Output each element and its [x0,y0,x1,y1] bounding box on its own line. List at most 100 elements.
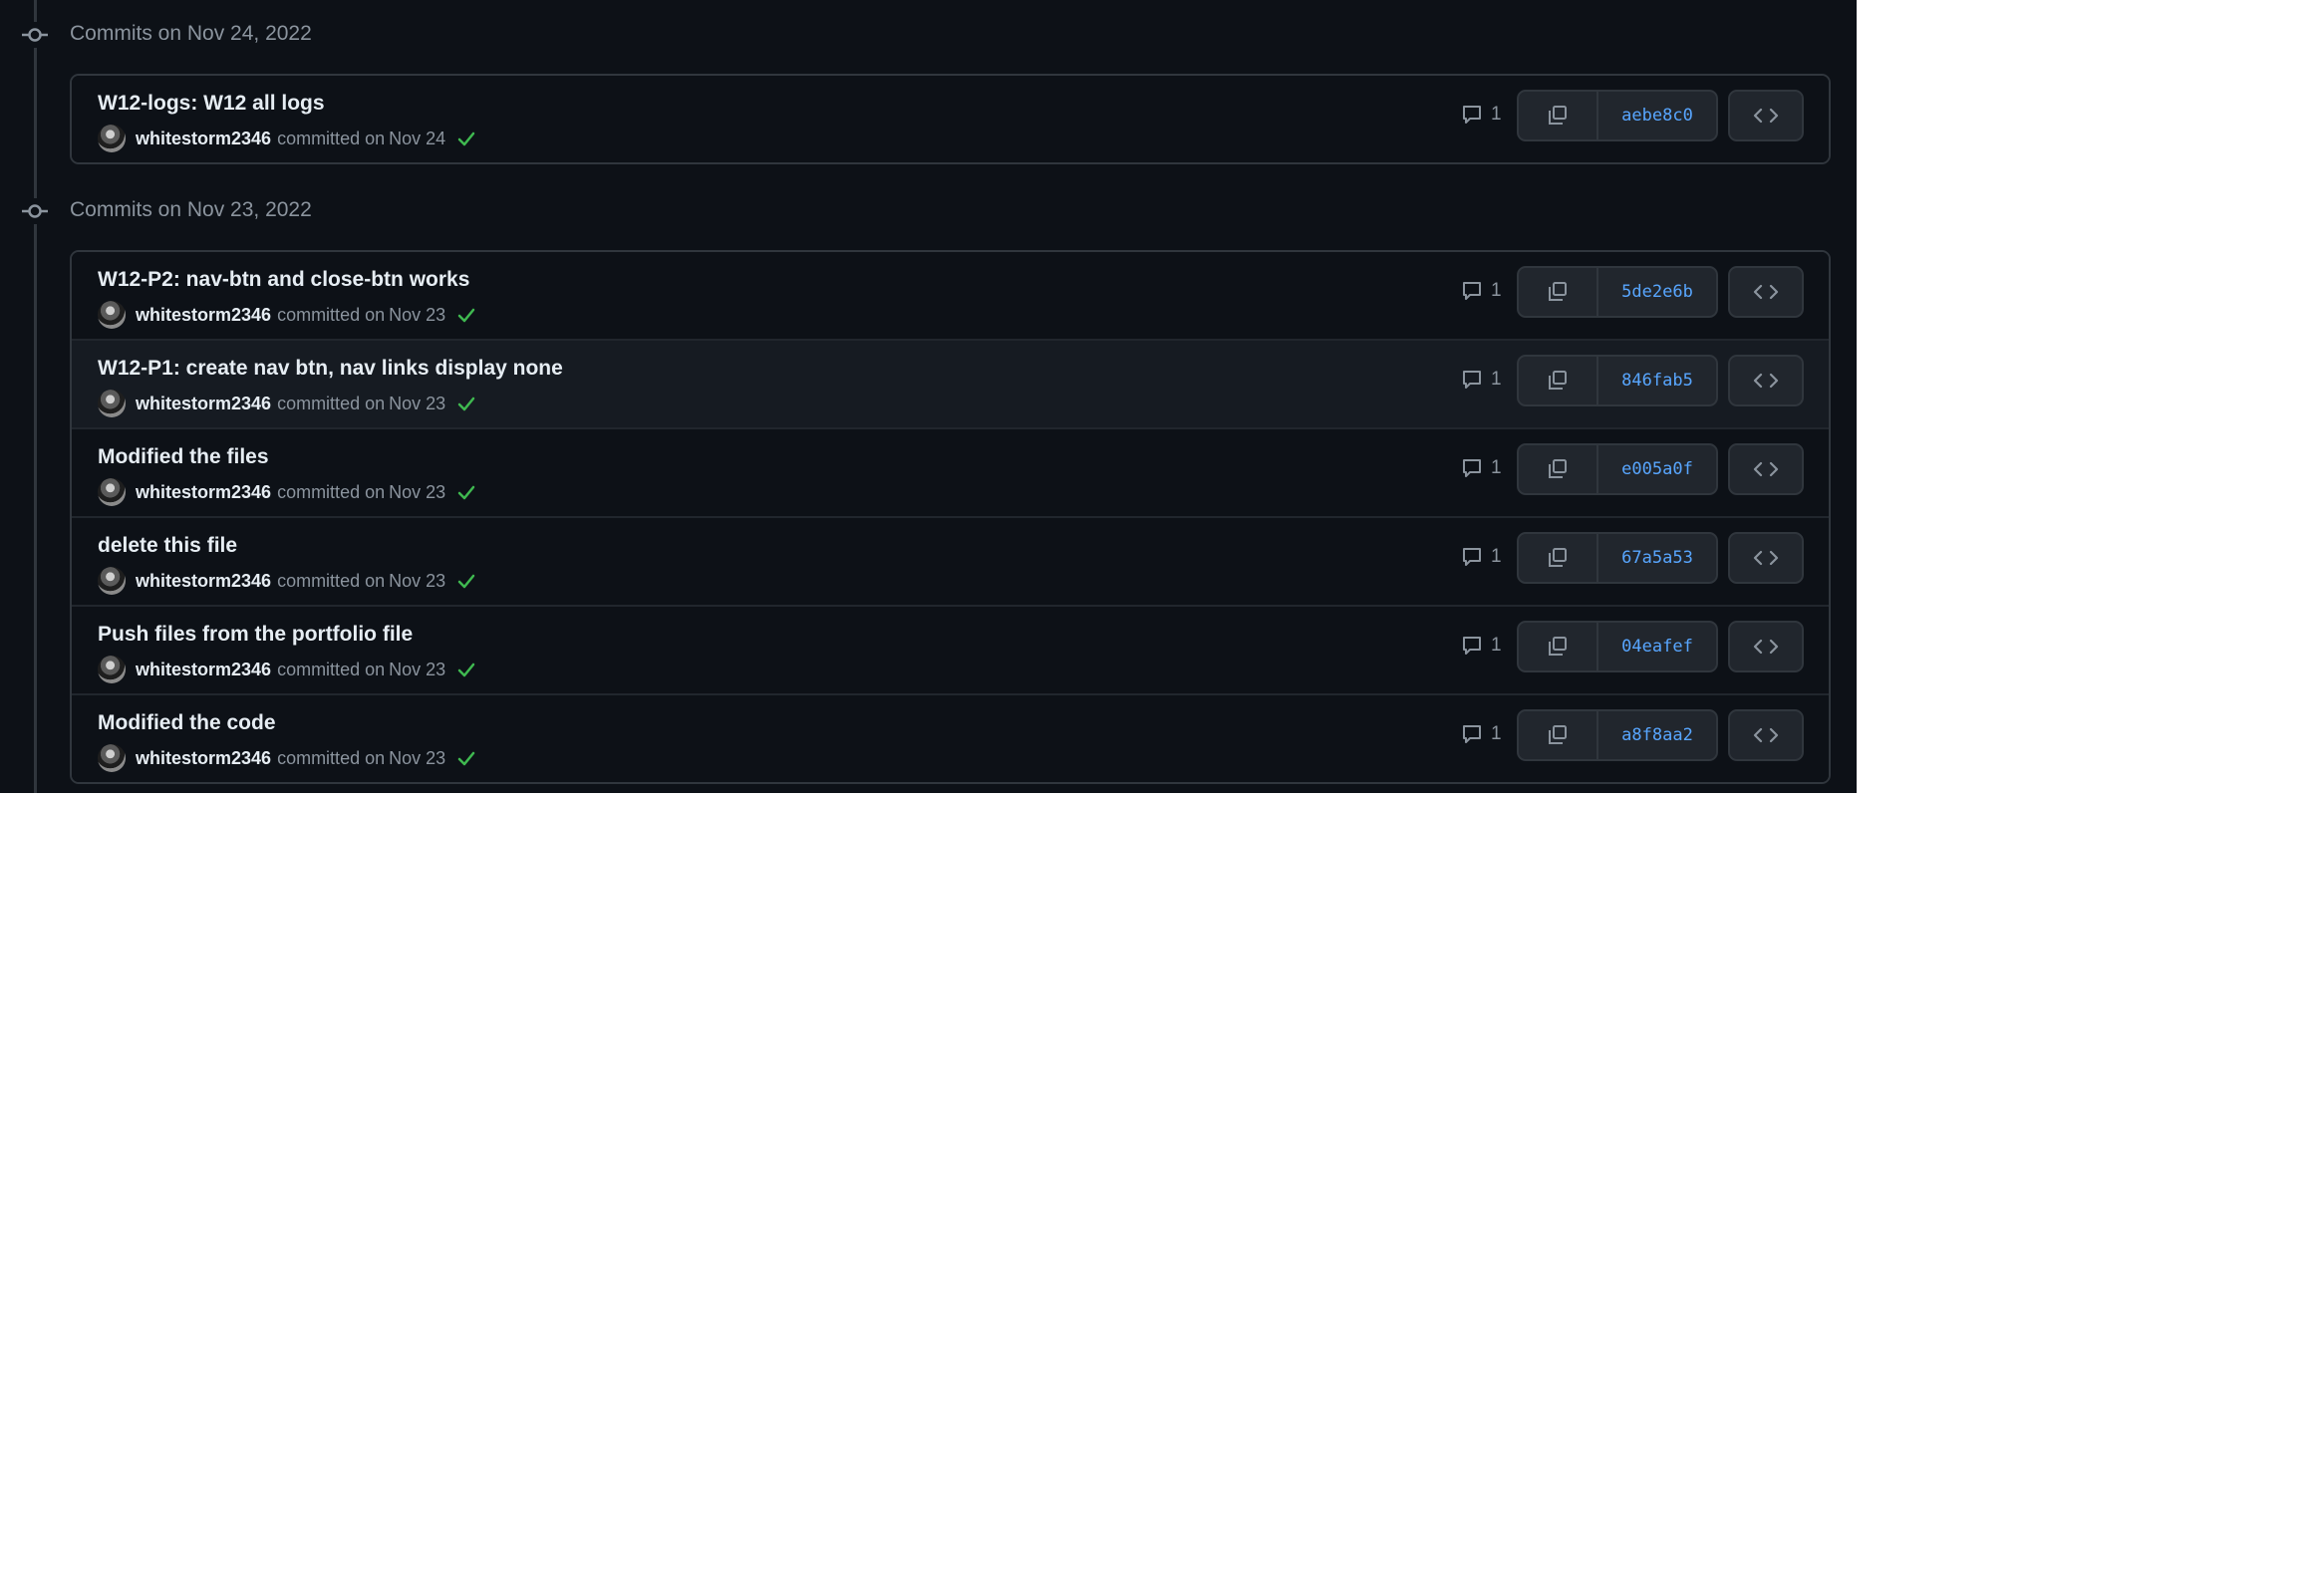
sha-button-group: e005a0f [1517,443,1718,495]
commit-row: W12-P2: nav-btn and close-btn works whit… [72,252,1829,339]
commit-date: Nov 23 [389,659,446,679]
group-title: Commits on Nov 23, 2022 [70,198,312,221]
check-icon[interactable] [455,570,477,592]
comments-link[interactable]: 1 [1461,369,1502,391]
commit-sha-link[interactable]: 5de2e6b [1598,268,1716,316]
commit-message-link[interactable]: W12-logs: W12 all logs [98,90,325,118]
browse-repo-button[interactable] [1728,266,1804,318]
comments-link[interactable]: 1 [1461,457,1502,479]
avatar[interactable] [98,301,126,329]
commit-sha-link[interactable]: 67a5a53 [1598,534,1716,582]
git-commit-icon [22,198,48,224]
author-link[interactable]: whitestorm2346 [136,748,271,769]
commit-sha-link[interactable]: 846fab5 [1598,357,1716,404]
copy-icon [1549,637,1567,656]
commit-date: Nov 24 [389,128,446,148]
git-commit-icon [22,22,48,48]
check-icon[interactable] [455,128,477,149]
code-icon [1753,639,1779,655]
group-header: Commits on Nov 23, 2022 [0,192,1857,228]
code-icon [1753,727,1779,743]
comment-icon [1463,106,1481,124]
check-icon[interactable] [455,481,477,503]
copy-sha-button[interactable] [1519,445,1598,493]
copy-sha-button[interactable] [1519,92,1598,139]
check-icon[interactable] [455,659,477,680]
author-link[interactable]: whitestorm2346 [136,129,271,149]
copy-sha-button[interactable] [1519,711,1598,759]
commit-message-link[interactable]: Modified the code [98,709,276,737]
code-icon [1753,550,1779,566]
avatar[interactable] [98,744,126,772]
comment-icon [1463,282,1481,300]
copy-sha-button[interactable] [1519,357,1598,404]
commit-message-link[interactable]: Push files from the portfolio file [98,621,413,649]
comments-link[interactable]: 1 [1461,723,1502,745]
code-icon [1753,461,1779,477]
comment-icon [1463,371,1481,389]
comment-icon [1463,725,1481,743]
copy-sha-button[interactable] [1519,268,1598,316]
commit-message-link[interactable]: delete this file [98,532,237,560]
committed-label: committed on [277,393,386,413]
code-icon [1753,108,1779,124]
author-link[interactable]: whitestorm2346 [136,305,271,326]
browse-repo-button[interactable] [1728,709,1804,761]
copy-icon [1549,106,1567,125]
commit-sha-link[interactable]: aebe8c0 [1598,92,1716,139]
author-link[interactable]: whitestorm2346 [136,482,271,503]
avatar[interactable] [98,390,126,417]
commit-row: Push files from the portfolio file white… [72,605,1829,693]
check-icon[interactable] [455,393,477,414]
browse-repo-button[interactable] [1728,532,1804,584]
committed-label: committed on [277,570,386,591]
commit-sha-link[interactable]: e005a0f [1598,445,1716,493]
copy-sha-button[interactable] [1519,534,1598,582]
sha-button-group: 67a5a53 [1517,532,1718,584]
avatar[interactable] [98,125,126,152]
comments-link[interactable]: 1 [1461,104,1502,126]
sha-button-group: a8f8aa2 [1517,709,1718,761]
copy-icon [1549,371,1567,390]
commit-list: W12-P2: nav-btn and close-btn works whit… [70,250,1831,784]
copy-icon [1549,548,1567,567]
browse-repo-button[interactable] [1728,90,1804,141]
avatar[interactable] [98,656,126,683]
comment-count: 1 [1491,723,1502,744]
avatar[interactable] [98,567,126,595]
committed-label: committed on [277,659,386,679]
author-link[interactable]: whitestorm2346 [136,660,271,680]
copy-sha-button[interactable] [1519,623,1598,670]
commit-sha-link[interactable]: 04eafef [1598,623,1716,670]
code-icon [1753,284,1779,300]
sha-button-group: aebe8c0 [1517,90,1718,141]
commit-message-link[interactable]: Modified the files [98,443,269,471]
commit-date: Nov 23 [389,304,446,325]
commit-sha-link[interactable]: a8f8aa2 [1598,711,1716,759]
author-link[interactable]: whitestorm2346 [136,394,271,414]
comment-icon [1463,459,1481,477]
code-icon [1753,373,1779,389]
author-link[interactable]: whitestorm2346 [136,571,271,592]
check-icon[interactable] [455,747,477,769]
browse-repo-button[interactable] [1728,621,1804,672]
comments-link[interactable]: 1 [1461,280,1502,302]
comments-link[interactable]: 1 [1461,635,1502,657]
commit-row: W12-logs: W12 all logs whitestorm2346 co… [72,76,1829,162]
avatar[interactable] [98,478,126,506]
commit-date: Nov 23 [389,747,446,768]
browse-repo-button[interactable] [1728,443,1804,495]
comment-count: 1 [1491,457,1502,478]
copy-icon [1549,282,1567,301]
sha-button-group: 5de2e6b [1517,266,1718,318]
comments-link[interactable]: 1 [1461,546,1502,568]
comment-count: 1 [1491,280,1502,301]
browse-repo-button[interactable] [1728,355,1804,406]
sha-button-group: 04eafef [1517,621,1718,672]
commit-message-link[interactable]: W12-P1: create nav btn, nav links displa… [98,355,563,383]
commit-message-link[interactable]: W12-P2: nav-btn and close-btn works [98,266,469,294]
check-icon[interactable] [455,304,477,326]
timeline-line [34,0,37,793]
commit-history: Commits on Nov 24, 2022 W12-logs: W12 al… [0,0,1857,793]
comment-count: 1 [1491,546,1502,567]
